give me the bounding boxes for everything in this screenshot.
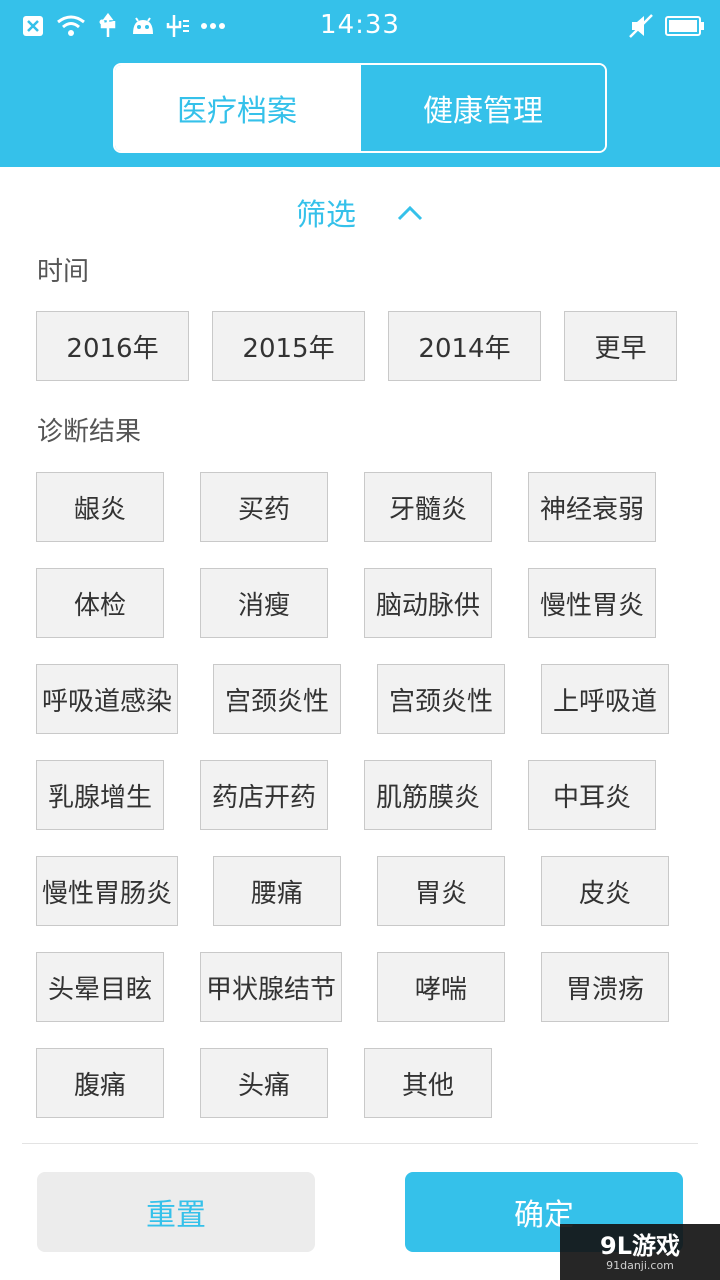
diagnosis-chip[interactable]: 皮炎 (541, 856, 669, 926)
chevron-up-icon (396, 195, 424, 230)
diagnosis-chip[interactable]: 甲状腺结节 (200, 952, 342, 1022)
diagnosis-chip[interactable]: 体检 (36, 568, 164, 638)
watermark-logo: 9L游戏 91danji.com (560, 1224, 720, 1280)
diagnosis-chip[interactable]: 其他 (364, 1048, 492, 1118)
mute-icon (628, 12, 654, 40)
filter-toggle[interactable]: 筛选 (0, 188, 720, 236)
diagnosis-chip[interactable]: 头痛 (200, 1048, 328, 1118)
diagnosis-chip[interactable]: 慢性胃肠炎 (36, 856, 178, 926)
tab-health-management[interactable]: 健康管理 (359, 65, 605, 151)
record-type-tabs: 医疗档案 健康管理 (113, 63, 607, 153)
status-bar: 14:33 (0, 0, 720, 52)
diagnosis-chip[interactable]: 头晕目眩 (36, 952, 164, 1022)
filter-label: 筛选 (296, 198, 356, 233)
time-section-label: 时间 (37, 257, 90, 287)
reset-button[interactable]: 重置 (37, 1172, 315, 1252)
watermark-main: 9L游戏 (600, 1231, 680, 1260)
diagnosis-chip[interactable]: 牙髓炎 (364, 472, 492, 542)
diagnosis-chip[interactable]: 胃溃疡 (541, 952, 669, 1022)
time-chip[interactable]: 2015年 (212, 311, 365, 381)
diagnosis-chip[interactable]: 腹痛 (36, 1048, 164, 1118)
diagnosis-chip[interactable]: 买药 (200, 472, 328, 542)
diagnosis-chip[interactable]: 肌筋膜炎 (364, 760, 492, 830)
diagnosis-chip[interactable]: 中耳炎 (528, 760, 656, 830)
divider (22, 1143, 698, 1144)
diagnosis-chip[interactable]: 乳腺增生 (36, 760, 164, 830)
diagnosis-chip[interactable]: 龈炎 (36, 472, 164, 542)
diagnosis-chip[interactable]: 宫颈炎性 (377, 664, 505, 734)
diagnosis-chip[interactable]: 哮喘 (377, 952, 505, 1022)
diagnosis-chip[interactable]: 宫颈炎性 (213, 664, 341, 734)
time-chip[interactable]: 2014年 (388, 311, 541, 381)
watermark-sub: 91danji.com (606, 1258, 674, 1272)
diagnosis-chip[interactable]: 药店开药 (200, 760, 328, 830)
status-time: 14:33 (320, 10, 400, 40)
diagnosis-section-label: 诊断结果 (37, 417, 142, 447)
diagnosis-chip[interactable]: 呼吸道感染 (36, 664, 178, 734)
app-header: 14:33 医疗档案 健康管理 (0, 0, 720, 167)
diagnosis-chip[interactable]: 腰痛 (213, 856, 341, 926)
time-chip[interactable]: 2016年 (36, 311, 189, 381)
diagnosis-chip[interactable]: 上呼吸道 (541, 664, 669, 734)
diagnosis-chip[interactable]: 脑动脉供 (364, 568, 492, 638)
tab-medical-records[interactable]: 医疗档案 (115, 65, 359, 151)
battery-icon (664, 12, 706, 40)
diagnosis-chip[interactable]: 慢性胃炎 (528, 568, 656, 638)
diagnosis-chip[interactable]: 神经衰弱 (528, 472, 656, 542)
diagnosis-chip[interactable]: 消瘦 (200, 568, 328, 638)
time-chip[interactable]: 更早 (564, 311, 677, 381)
diagnosis-chip[interactable]: 胃炎 (377, 856, 505, 926)
